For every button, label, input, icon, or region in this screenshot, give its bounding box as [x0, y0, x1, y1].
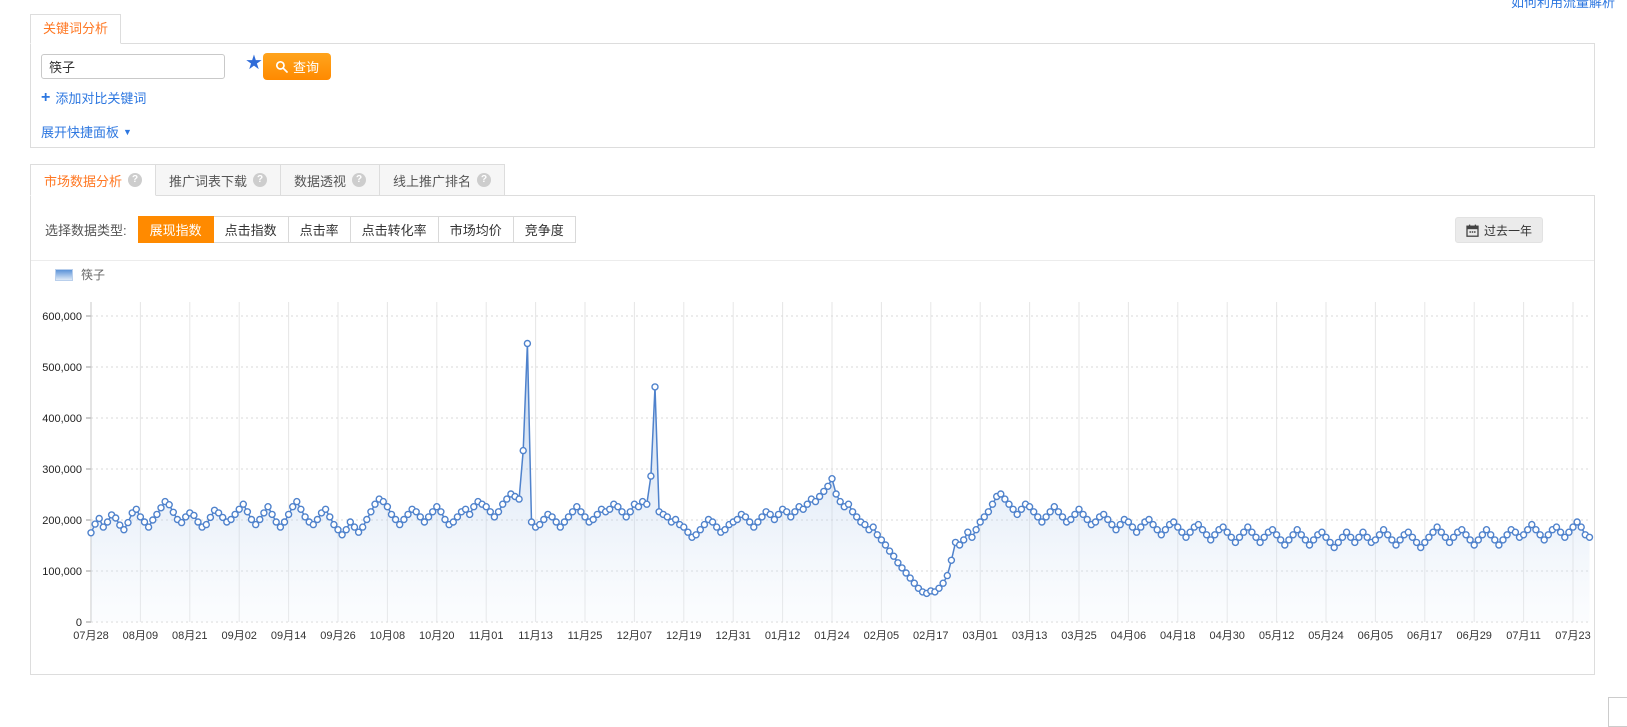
svg-text:09月26: 09月26 [320, 630, 355, 642]
svg-text:05月12: 05月12 [1259, 630, 1294, 642]
data-type-toolbar: 选择数据类型: 展现指数 点击指数 点击率 点击转化率 市场均价 竞争度 [45, 216, 576, 243]
keyword-panel: ★ 查询 + 添加对比关键词 展开快捷面板 ▼ [30, 43, 1595, 148]
question-circle-icon[interactable]: ? [477, 173, 491, 187]
svg-text:06月05: 06月05 [1358, 630, 1393, 642]
svg-text:10月20: 10月20 [419, 630, 454, 642]
question-circle-icon[interactable]: ? [253, 173, 267, 187]
date-range-label: 过去一年 [1484, 222, 1532, 239]
svg-text:09月02: 09月02 [221, 630, 256, 642]
tab-online-promo-ranking-label: 线上推广排名 [393, 171, 471, 190]
data-type-competition[interactable]: 竞争度 [513, 216, 576, 243]
svg-text:08月09: 08月09 [123, 630, 158, 642]
legend-series-label: 筷子 [81, 266, 105, 283]
data-type-click-conversion-rate[interactable]: 点击转化率 [350, 216, 439, 243]
svg-text:06月17: 06月17 [1407, 630, 1442, 642]
favorite-star-icon[interactable]: ★ [245, 50, 263, 75]
tab-market-data-analysis-label: 市场数据分析 [44, 171, 122, 190]
data-type-click-rate[interactable]: 点击率 [288, 216, 351, 243]
svg-text:0: 0 [76, 617, 82, 629]
tab-keyword-analysis[interactable]: 关键词分析 [30, 14, 121, 44]
svg-text:03月13: 03月13 [1012, 630, 1047, 642]
data-type-market-avg-price[interactable]: 市场均价 [438, 216, 514, 243]
svg-text:03月01: 03月01 [962, 630, 997, 642]
svg-text:04月30: 04月30 [1209, 630, 1244, 642]
chart-legend: 筷子 [55, 266, 105, 283]
svg-text:05月24: 05月24 [1308, 630, 1343, 642]
trend-chart[interactable]: 07月28 08月09 08月21 09月02 09月14 09月26 10月08 10月20… [31, 296, 1596, 656]
tab-promo-wordlist-download[interactable]: 推广词表下载 ? [156, 164, 281, 196]
svg-text:04月06: 04月06 [1111, 630, 1146, 642]
svg-text:600,000: 600,000 [42, 311, 82, 323]
tab-data-pivot-label: 数据透视 [294, 171, 346, 190]
svg-text:01月24: 01月24 [814, 630, 849, 642]
tab-promo-wordlist-download-label: 推广词表下载 [169, 171, 247, 190]
svg-text:12月31: 12月31 [715, 630, 750, 642]
svg-text:09月14: 09月14 [271, 630, 306, 642]
data-type-click-index[interactable]: 点击指数 [213, 216, 289, 243]
expand-quick-panel-link[interactable]: 展开快捷面板 ▼ [41, 122, 132, 141]
data-type-label: 选择数据类型: [45, 220, 127, 239]
svg-text:07月11: 07月11 [1506, 630, 1541, 642]
plus-icon: + [41, 91, 50, 104]
chart-axis [86, 302, 91, 622]
svg-text:11月01: 11月01 [469, 630, 504, 642]
svg-text:12月19: 12月19 [666, 630, 701, 642]
keyword-analysis-page: { "header": { "help_link": "如何利用流量解析" },… [0, 0, 1627, 713]
market-data-panel: 选择数据类型: 展现指数 点击指数 点击率 点击转化率 市场均价 竞争度 过去一… [30, 195, 1595, 675]
svg-text:08月21: 08月21 [172, 630, 207, 642]
svg-text:200,000: 200,000 [42, 515, 82, 527]
toolbar-divider [31, 260, 1594, 261]
add-compare-keyword-label: 添加对比关键词 [55, 88, 146, 107]
svg-text:12月07: 12月07 [617, 630, 652, 642]
svg-text:11月25: 11月25 [568, 630, 603, 642]
svg-text:400,000: 400,000 [42, 413, 82, 425]
question-circle-icon[interactable]: ? [352, 173, 366, 187]
svg-text:03月25: 03月25 [1061, 630, 1096, 642]
chevron-down-icon: ▼ [123, 127, 132, 137]
query-button[interactable]: 查询 [263, 53, 331, 80]
svg-text:100,000: 100,000 [42, 566, 82, 578]
traffic-analysis-help-link[interactable]: 如何利用流量解析 [1511, 0, 1615, 11]
data-type-impression-index[interactable]: 展现指数 [138, 216, 214, 243]
svg-text:04月18: 04月18 [1160, 630, 1195, 642]
chart-area [91, 344, 1590, 623]
svg-text:07月23: 07月23 [1555, 630, 1590, 642]
tab-online-promo-ranking[interactable]: 线上推广排名 ? [380, 164, 505, 196]
svg-text:300,000: 300,000 [42, 464, 82, 476]
svg-text:500,000: 500,000 [42, 362, 82, 374]
svg-text:10月08: 10月08 [370, 630, 405, 642]
date-range-button[interactable]: 过去一年 [1455, 217, 1543, 243]
svg-text:11月13: 11月13 [518, 630, 553, 642]
question-circle-icon[interactable]: ? [128, 173, 142, 187]
svg-text:07月28: 07月28 [73, 630, 108, 642]
tab-market-data-analysis[interactable]: 市场数据分析 ? [30, 164, 156, 196]
corner-widget[interactable] [1608, 697, 1627, 727]
svg-text:06月29: 06月29 [1456, 630, 1491, 642]
analysis-tab-bar: 市场数据分析 ? 推广词表下载 ? 数据透视 ? 线上推广排名 ? [30, 164, 505, 196]
tab-data-pivot[interactable]: 数据透视 ? [281, 164, 380, 196]
legend-swatch [55, 269, 73, 281]
svg-text:02月17: 02月17 [913, 630, 948, 642]
svg-text:02月05: 02月05 [864, 630, 899, 642]
query-button-label: 查询 [293, 57, 319, 76]
expand-quick-panel-label: 展开快捷面板 [41, 122, 119, 141]
search-icon [275, 60, 288, 73]
svg-text:01月12: 01月12 [765, 630, 800, 642]
add-compare-keyword-link[interactable]: + 添加对比关键词 [41, 88, 146, 107]
keyword-input[interactable] [41, 54, 225, 79]
calendar-icon [1466, 224, 1479, 237]
